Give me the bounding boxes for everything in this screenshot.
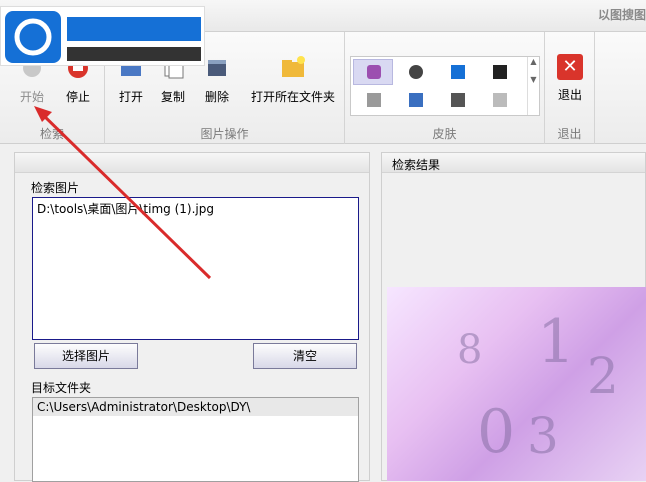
annotation-arrow [34, 106, 212, 280]
